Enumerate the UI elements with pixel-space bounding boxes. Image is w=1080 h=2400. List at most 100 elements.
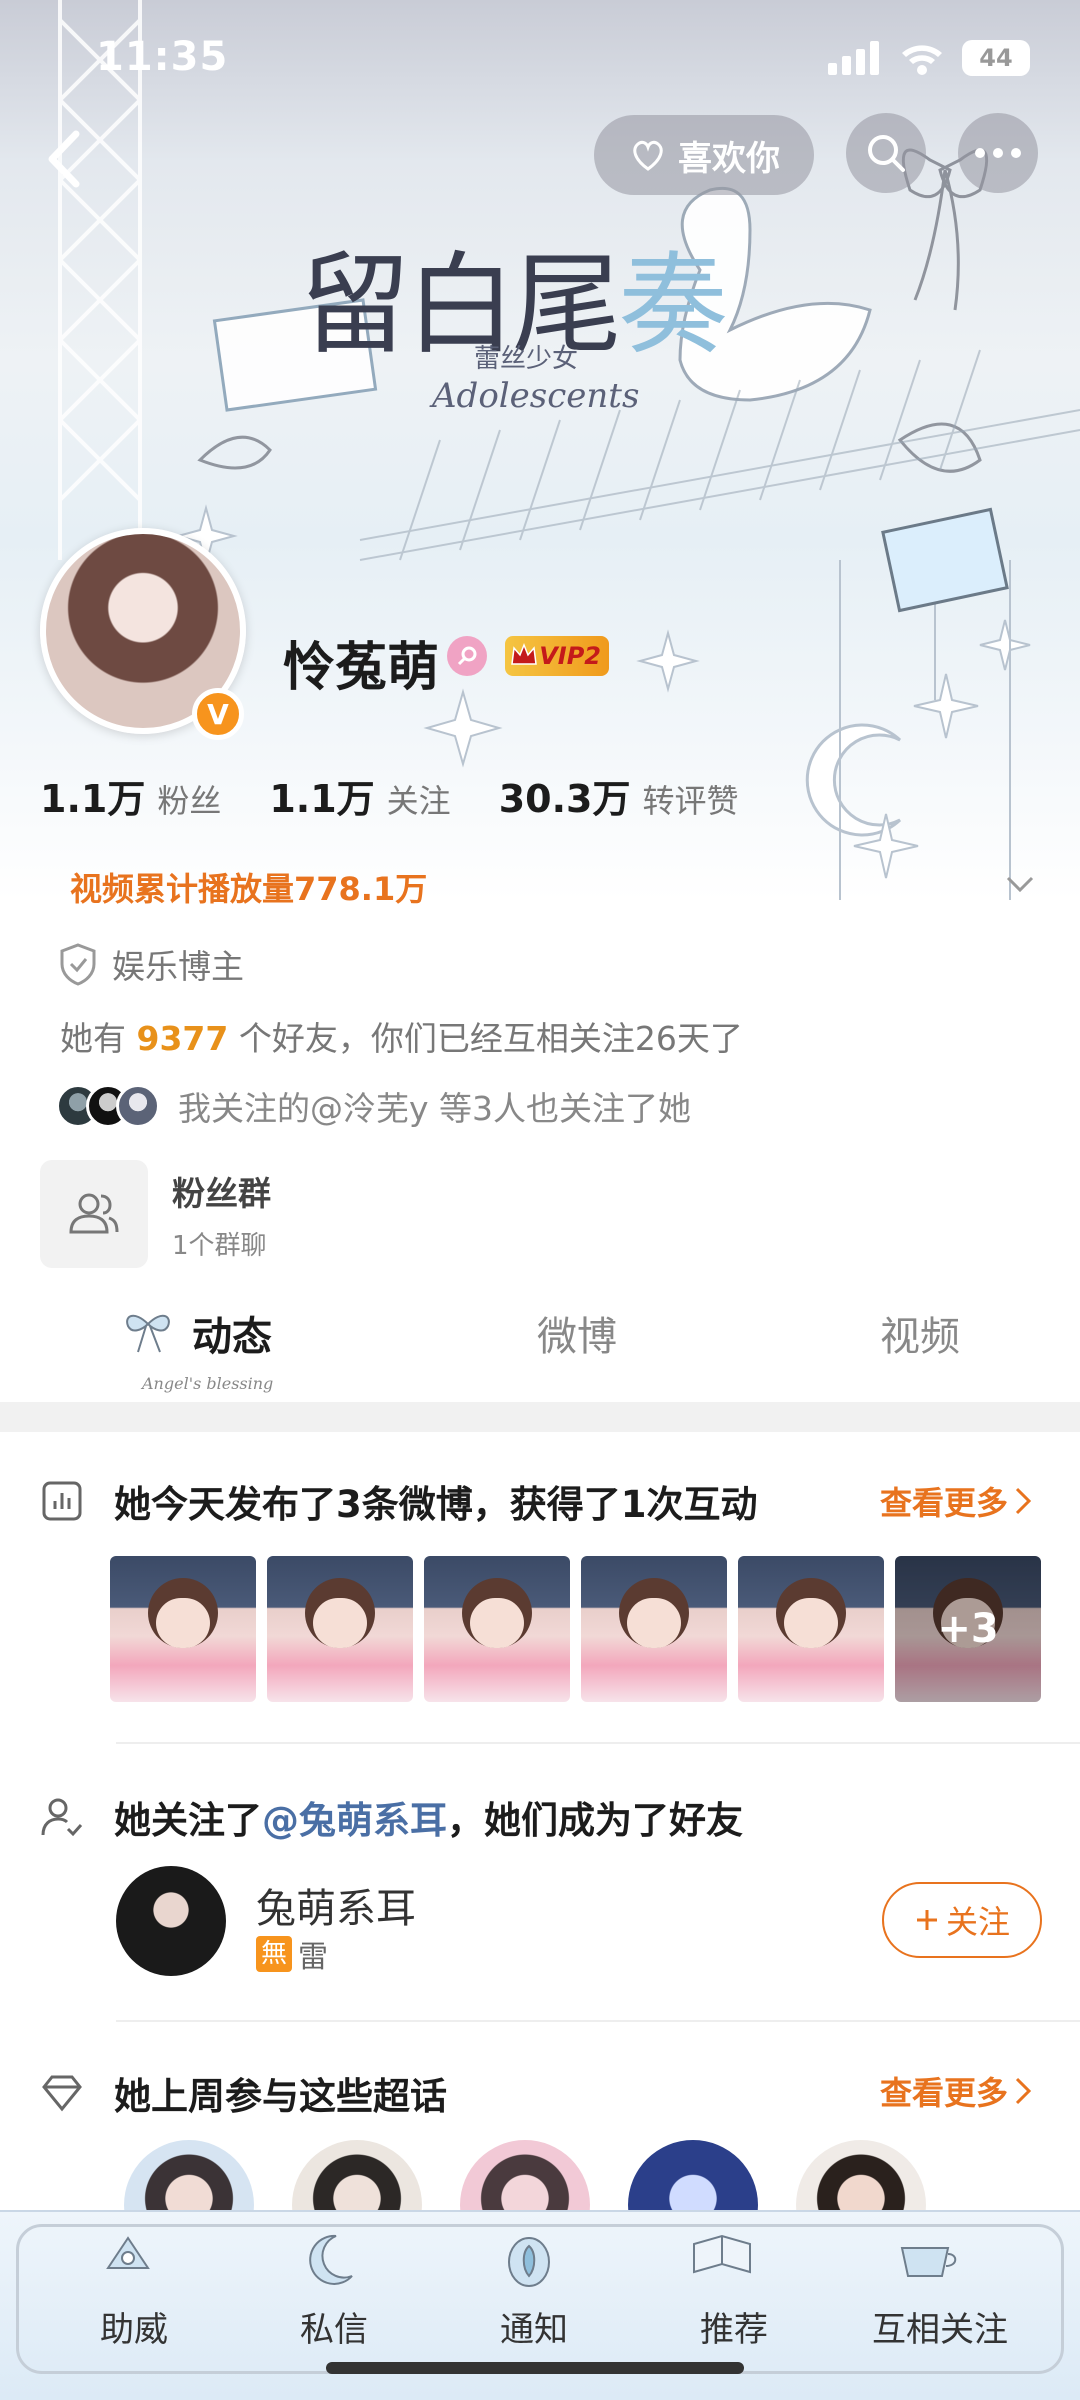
friend-suffix: 个好友，你们已经互相关注26天了 <box>238 1019 743 1058</box>
more-dots-icon <box>975 148 1021 158</box>
like-you-button[interactable]: 喜欢你 <box>594 115 814 195</box>
tag-box: 無 <box>256 1936 292 1972</box>
mini-avatar <box>116 1084 160 1128</box>
followed-user-avatar[interactable] <box>116 1866 226 1976</box>
search-button[interactable] <box>846 113 926 193</box>
cheer-icon <box>106 2236 150 2269</box>
heart-bow-icon <box>633 140 663 171</box>
home-indicator[interactable] <box>326 2362 744 2374</box>
group-people-icon <box>69 1193 119 1234</box>
mutual-avatars <box>56 1084 160 1128</box>
shield-icon <box>60 943 96 986</box>
message-moon-icon <box>309 2234 353 2285</box>
key-icon <box>457 646 477 666</box>
notification-butterfly-icon <box>508 2237 550 2287</box>
crown-icon <box>511 642 537 665</box>
tab-deco-text: Angel's blessing <box>142 1374 274 1393</box>
topics-header: 她上周参与这些超话 <box>40 2066 447 2120</box>
pink-key-badge-icon[interactable] <box>447 636 487 676</box>
search-icon <box>868 135 905 172</box>
video-play-count: 视频累计播放量778.1万 <box>70 870 428 908</box>
interactions-count: 30.3万 <box>498 777 631 821</box>
category-tag-row[interactable]: 娱乐博主 <box>58 940 244 988</box>
today-post-thumbnails: +3 <box>110 1556 1041 1702</box>
status-icons: 44 <box>828 40 1030 76</box>
vip-label: VIP2 <box>539 642 601 670</box>
tab-weibo[interactable]: 微博 <box>537 1304 617 1362</box>
follow-button-label: 关注 <box>945 1903 1010 1941</box>
nav-notifications[interactable]: 通知 <box>500 2302 568 2351</box>
banner-subtitle-cn: 蕾丝少女 <box>474 344 579 374</box>
mutual-follow-row[interactable]: 我关注的@泠芜y 等3人也关注了她 <box>56 1082 691 1130</box>
status-time: 11:35 <box>96 34 229 80</box>
more-options-button[interactable] <box>958 113 1038 193</box>
friend-info-row: 她有 9377 个好友，你们已经互相关注26天了 <box>60 1012 743 1060</box>
group-icon-box <box>40 1160 148 1268</box>
today-see-more-link[interactable]: 查看更多 <box>880 1478 1032 1524</box>
post-thumbnail[interactable] <box>110 1556 256 1702</box>
chevron-right-icon <box>1015 2077 1032 2105</box>
post-thumbnail[interactable] <box>424 1556 570 1702</box>
followed-header: 她关注了@兔萌系耳，她们成为了好友 <box>40 1790 743 1844</box>
nav-mutual-follow[interactable]: 互相关注 <box>872 2302 1008 2351</box>
post-thumbnail[interactable] <box>738 1556 884 1702</box>
plus-icon <box>916 1910 937 1930</box>
recommend-book-icon <box>693 2234 751 2274</box>
wifi-icon <box>902 45 942 75</box>
fan-group-title: 粉丝群 <box>172 1173 271 1213</box>
post-thumbnail[interactable] <box>581 1556 727 1702</box>
vip-badge[interactable]: VIP2 <box>505 636 609 676</box>
followers-count[interactable]: 1.1万 <box>40 768 145 823</box>
interactions-label: 转评赞 <box>642 782 739 820</box>
verified-badge-icon: V <box>192 688 244 740</box>
followed-user-link[interactable]: @兔萌系耳 <box>262 1799 447 1842</box>
tab-video[interactable]: 视频 <box>880 1304 960 1362</box>
signal-icon <box>828 41 879 75</box>
profile-tabs: Angel's blessing 动态 微博 视频 <box>0 1262 1080 1393</box>
nav-messages[interactable]: 私信 <box>300 2302 368 2351</box>
profile-name: 怜菟萌 <box>283 638 440 698</box>
profile-stats: 1.1万 粉丝 1.1万 关注 30.3万 转评赞 <box>40 768 786 823</box>
fan-group-card[interactable]: 粉丝群 1个群聊 <box>40 1160 271 1268</box>
followed-text: 她关注了@兔萌系耳，她们成为了好友 <box>114 1790 743 1844</box>
followers-label[interactable]: 粉丝 <box>157 776 221 822</box>
post-thumbnail[interactable] <box>267 1556 413 1702</box>
following-label[interactable]: 关注 <box>387 776 451 822</box>
topics-see-more-link[interactable]: 查看更多 <box>880 2068 1032 2114</box>
followed-user-name[interactable]: 兔萌系耳 <box>256 1876 416 1934</box>
followed-user-card[interactable]: 兔萌系耳 無 雷 关注 <box>116 1866 1046 1982</box>
post-thumbnail-more[interactable]: +3 <box>895 1556 1041 1702</box>
user-check-icon <box>41 1798 83 1837</box>
battery-indicator: 44 <box>962 40 1030 76</box>
see-more-label: 查看更多 <box>880 2074 1009 2112</box>
tab-dynamics[interactable]: 动态 <box>192 1304 272 1362</box>
fan-group-subtitle: 1个群聊 <box>172 1230 267 1261</box>
see-more-label: 查看更多 <box>880 1484 1009 1522</box>
follow-button[interactable]: 关注 <box>882 1882 1042 1958</box>
nav-cheer[interactable]: 助威 <box>100 2302 168 2351</box>
friend-count[interactable]: 9377 <box>137 1019 229 1058</box>
banner-subtitle-en: Adolescents <box>432 376 640 416</box>
friend-prefix: 她有 <box>60 1019 126 1058</box>
following-count[interactable]: 1.1万 <box>269 768 374 823</box>
bow-decoration-icon <box>126 1314 170 1353</box>
followed-user-tag: 無 雷 <box>256 1932 328 1976</box>
diamond-icon <box>42 2075 82 2112</box>
chevron-right-icon <box>1015 1487 1032 1515</box>
tag-text: 雷 <box>298 1940 328 1975</box>
like-you-label: 喜欢你 <box>678 138 780 179</box>
back-button[interactable] <box>36 124 96 194</box>
today-summary-text: 她今天发布了3条微博，获得了1次互动 <box>114 1483 758 1526</box>
nav-recommend[interactable]: 推荐 <box>700 2302 768 2351</box>
topics-title: 她上周参与这些超话 <box>114 2075 447 2118</box>
category-tag-label: 娱乐博主 <box>112 947 244 986</box>
followed-suffix: ，她们成为了好友 <box>447 1799 743 1842</box>
chevron-down-icon[interactable] <box>1002 866 1038 902</box>
mutual-follow-teacup-icon <box>900 2247 957 2277</box>
status-bar: 11:35 44 <box>0 0 1080 120</box>
back-arrow-icon <box>48 130 80 188</box>
today-summary-header: 她今天发布了3条微博，获得了1次互动 <box>40 1474 758 1528</box>
profile-avatar-wrap[interactable]: V <box>40 528 250 740</box>
divider <box>116 1742 1080 1744</box>
section-divider <box>0 1402 1080 1432</box>
